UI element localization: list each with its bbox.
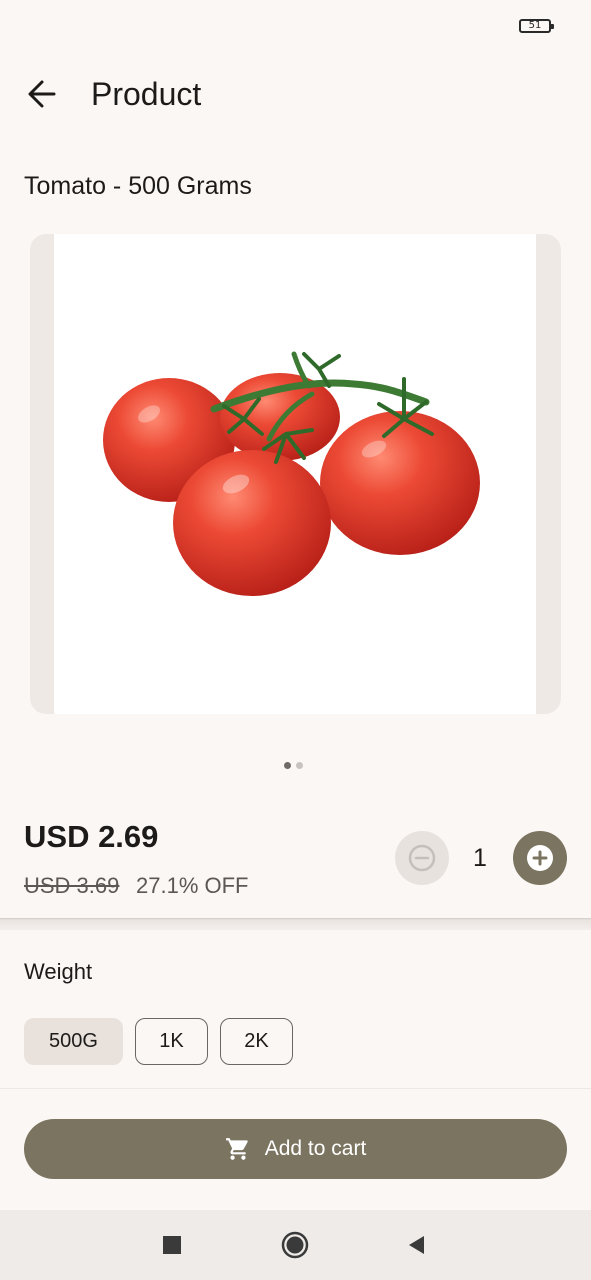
bottom-action-area: Add to cart: [0, 1088, 591, 1211]
battery-level: 51: [528, 20, 542, 31]
plus-circle-icon: [527, 845, 553, 871]
weight-section: Weight 500G 1K 2K: [0, 930, 591, 1088]
weight-option-500g[interactable]: 500G: [24, 1018, 123, 1065]
current-price: USD 2.69: [24, 819, 159, 854]
page-title: Product: [91, 76, 202, 112]
circle-icon: [281, 1231, 309, 1259]
add-to-cart-label: Add to cart: [264, 1137, 367, 1160]
home-button[interactable]: [278, 1228, 312, 1262]
shopping-cart-icon: [225, 1138, 248, 1160]
battery-icon: 51: [519, 19, 554, 33]
system-navigation-bar: [0, 1210, 591, 1280]
carousel-indicator: [284, 762, 308, 770]
back-nav-button[interactable]: [399, 1228, 433, 1262]
recents-button[interactable]: [155, 1228, 189, 1262]
discount-label: 27.1% OFF: [136, 873, 249, 898]
carousel-dot: [296, 762, 303, 769]
status-bar: 51: [0, 0, 591, 54]
tomato-vine-image: [103, 351, 480, 596]
square-icon: [163, 1236, 181, 1254]
product-name: Tomato - 500 Grams: [24, 172, 252, 200]
app-bar: Product: [0, 60, 591, 128]
arrow-back-icon: [28, 80, 56, 108]
increase-quantity-button[interactable]: [513, 831, 567, 885]
section-divider: [0, 918, 591, 930]
weight-option-1k[interactable]: 1K: [135, 1018, 208, 1065]
weight-label: Weight: [24, 959, 93, 984]
add-to-cart-button[interactable]: Add to cart: [24, 1119, 567, 1179]
product-image-carousel[interactable]: [30, 234, 561, 714]
carousel-slide: [54, 234, 536, 714]
weight-option-2k[interactable]: 2K: [220, 1018, 293, 1065]
quantity-value: 1: [473, 844, 487, 872]
carousel-dot-active: [284, 762, 291, 769]
triangle-back-icon: [409, 1236, 424, 1254]
minus-circle-icon: [408, 844, 436, 872]
back-button[interactable]: [18, 70, 66, 118]
original-price: USD 3.69: [24, 873, 120, 898]
decrease-quantity-button[interactable]: [395, 831, 449, 885]
